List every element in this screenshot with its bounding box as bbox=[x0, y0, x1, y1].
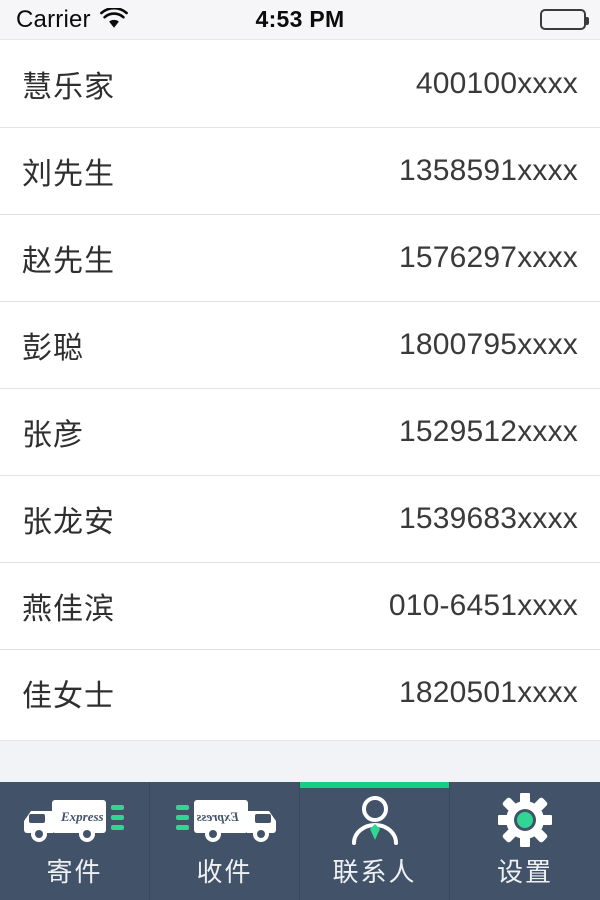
contact-name: 张彦 bbox=[22, 419, 84, 452]
contact-name: 佳女士 bbox=[22, 680, 115, 713]
contact-phone: 1800795xxxx bbox=[399, 328, 578, 361]
contact-name: 彭聪 bbox=[22, 332, 84, 365]
svg-text:Express: Express bbox=[196, 809, 240, 824]
contact-row[interactable]: 慧乐家 400100xxxx bbox=[0, 40, 600, 127]
contact-phone: 1529512xxxx bbox=[399, 415, 578, 448]
tab-label: 联系人 bbox=[332, 856, 417, 887]
contact-list[interactable]: 慧乐家 400100xxxx 刘先生 1358591xxxx 赵先生 1576297xxx… bbox=[0, 40, 600, 740]
contact-name: 刘先生 bbox=[22, 158, 115, 191]
contact-row[interactable]: 张龙安 1539683xxxx bbox=[0, 475, 600, 562]
contact-row[interactable]: 佳女士 1820501xxxx bbox=[0, 649, 600, 736]
tab-truck-send[interactable]: Express 寄件 bbox=[0, 782, 150, 900]
tab-gear[interactable]: 设置 bbox=[450, 782, 600, 900]
tab-label: 寄件 bbox=[46, 856, 103, 887]
contact-row[interactable]: 赵先生 1576297xxxx bbox=[0, 214, 600, 301]
phone-screen: Carrier 4:53 PM 慧乐家 400100xxxx 刘先生 1358591x… bbox=[0, 0, 600, 900]
contact-row[interactable]: 彭聪 1800795xxxx bbox=[0, 301, 600, 388]
tab-bar: Express 寄件 Express 收件 联系人 设置 bbox=[0, 782, 600, 900]
contact-phone: 1358591xxxx bbox=[399, 154, 578, 187]
contact-phone: 1820501xxxx bbox=[399, 676, 578, 709]
svg-text:Express: Express bbox=[60, 809, 104, 824]
contact-name: 赵先生 bbox=[22, 245, 115, 278]
clock-label: 4:53 PM bbox=[255, 6, 345, 32]
contact-name: 燕佳滨 bbox=[22, 593, 115, 626]
tab-label: 收件 bbox=[196, 856, 253, 887]
status-bar: Carrier 4:53 PM bbox=[0, 0, 600, 40]
status-bar-right bbox=[540, 9, 589, 30]
tab-truck-receive[interactable]: Express 收件 bbox=[150, 782, 300, 900]
contact-row[interactable]: 燕佳滨 010-6451xxxx bbox=[0, 562, 600, 649]
tab-person[interactable]: 联系人 bbox=[300, 782, 450, 900]
person-icon bbox=[321, 794, 429, 846]
tab-label: 设置 bbox=[496, 856, 553, 887]
contact-row[interactable]: 刘先生 1358591xxxx bbox=[0, 127, 600, 214]
battery-full-icon bbox=[540, 9, 589, 30]
contact-name: 慧乐家 bbox=[22, 70, 115, 104]
contact-row[interactable]: 张彦 1529512xxxx bbox=[0, 388, 600, 475]
list-bottom-spacer bbox=[0, 740, 600, 782]
truck-receive-icon: Express bbox=[171, 794, 279, 846]
truck-send-icon: Express bbox=[21, 794, 129, 846]
gear-icon bbox=[471, 792, 579, 847]
contact-name: 张龙安 bbox=[22, 506, 115, 539]
contact-phone: 010-6451xxxx bbox=[388, 589, 578, 622]
contact-phone: 1576297xxxx bbox=[399, 241, 578, 274]
contact-phone: 400100xxxx bbox=[415, 66, 578, 100]
contact-phone: 1539683xxxx bbox=[399, 502, 578, 535]
